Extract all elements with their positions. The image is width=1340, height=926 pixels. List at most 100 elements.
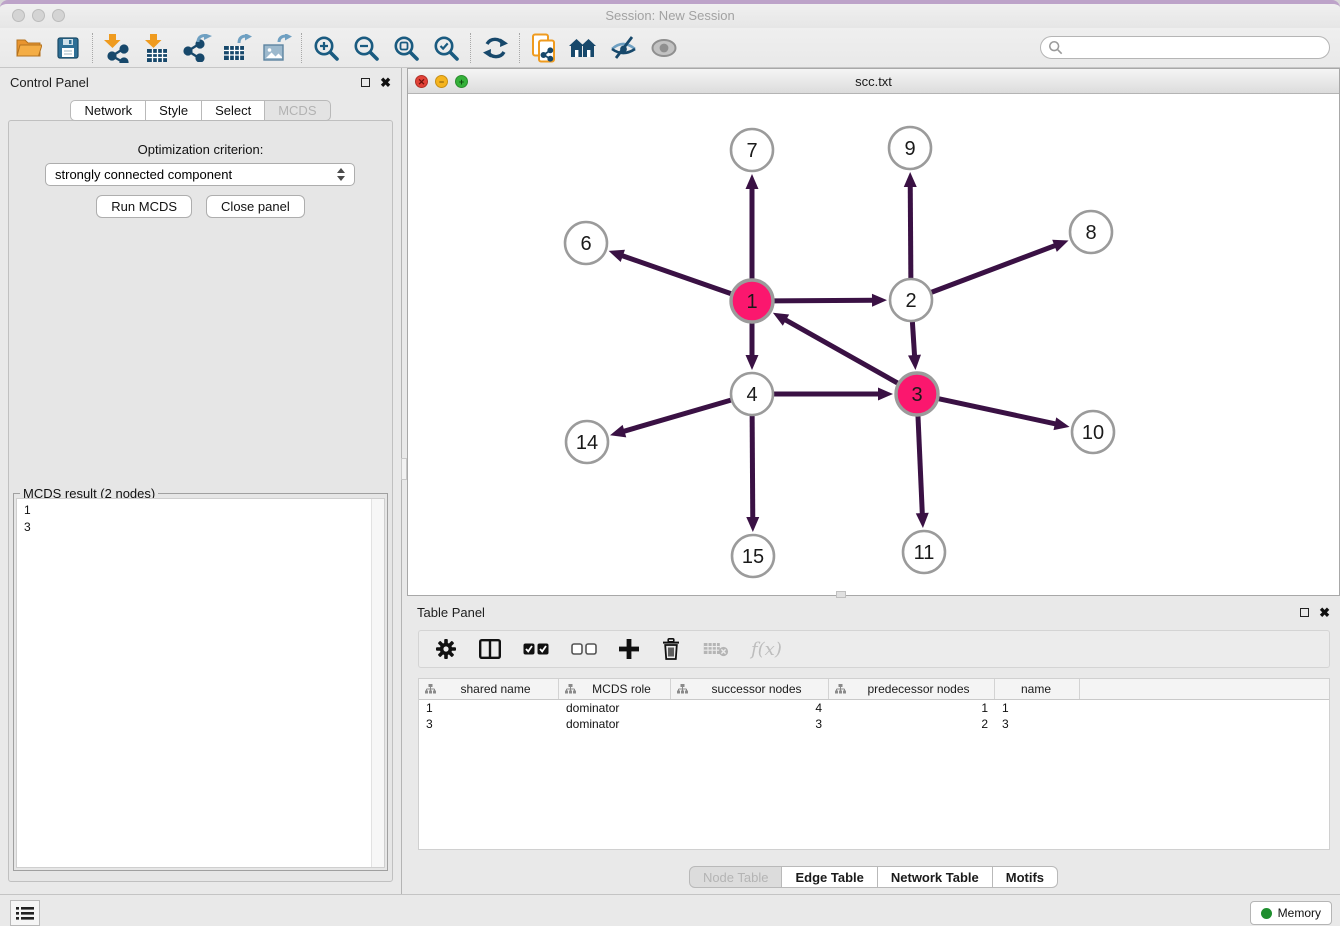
mcds-result-text[interactable]: 13: [16, 498, 385, 868]
edge-1-2[interactable]: [774, 300, 874, 301]
task-history-button[interactable]: [10, 900, 40, 926]
network-view-titlebar: ✕ − + scc.txt: [408, 69, 1339, 94]
table-cell[interactable]: 2: [829, 716, 995, 732]
tab-network[interactable]: Network: [70, 100, 146, 121]
select-stepper-icon: [337, 168, 345, 181]
first-neighbors-icon[interactable]: [564, 31, 604, 65]
edge-arrowhead: [916, 513, 929, 528]
edge-arrowhead: [878, 388, 893, 401]
zoom-in-icon[interactable]: [306, 31, 346, 65]
edge-2-8[interactable]: [932, 245, 1057, 292]
network-close-button[interactable]: ✕: [415, 75, 428, 88]
control-panel-title: Control Panel: [10, 75, 89, 90]
network-maximize-button[interactable]: +: [455, 75, 468, 88]
control-panel-tabs: NetworkStyleSelectMCDS: [0, 100, 401, 121]
node-table[interactable]: shared nameMCDS rolesuccessor nodesprede…: [418, 678, 1330, 850]
save-session-icon[interactable]: [48, 31, 88, 65]
edge-arrowhead: [872, 294, 887, 307]
edge-4-14[interactable]: [623, 400, 731, 432]
table-cell[interactable]: 3: [995, 716, 1080, 732]
table-panel-title: Table Panel: [417, 605, 485, 620]
mcds-panel: Optimization criterion: strongly connect…: [8, 120, 393, 882]
tab-style[interactable]: Style: [146, 100, 202, 121]
delete-column-icon[interactable]: [661, 638, 681, 660]
zoom-fit-icon[interactable]: [386, 31, 426, 65]
table-cell[interactable]: 1: [419, 700, 559, 716]
split-pane-icon[interactable]: [479, 639, 501, 659]
graph-node-label: 14: [576, 432, 598, 454]
close-panel-icon[interactable]: ✖: [380, 76, 391, 89]
show-all-icon[interactable]: [644, 31, 684, 65]
open-session-icon[interactable]: [8, 31, 48, 65]
edge-2-3[interactable]: [912, 322, 914, 357]
table-row[interactable]: 1dominator411: [419, 700, 1329, 716]
graph-node-label: 6: [580, 233, 591, 255]
memory-button[interactable]: Memory: [1250, 901, 1332, 925]
toolbar-separator: [301, 33, 302, 63]
clone-network-icon[interactable]: [524, 31, 564, 65]
column-header-MCDS-role[interactable]: MCDS role: [559, 679, 671, 699]
criterion-value: strongly connected component: [55, 167, 232, 182]
column-header-successor-nodes[interactable]: successor nodes: [671, 679, 829, 699]
column-header-predecessor-nodes[interactable]: predecessor nodes: [829, 679, 995, 699]
graph-node-label: 4: [746, 384, 757, 406]
close-panel-button[interactable]: Close panel: [206, 195, 305, 218]
edge-1-6[interactable]: [621, 255, 731, 294]
table-row[interactable]: 3dominator323: [419, 716, 1329, 732]
table-cell[interactable]: 4: [671, 700, 829, 716]
column-header-shared-name[interactable]: shared name: [419, 679, 559, 699]
close-table-panel-icon[interactable]: ✖: [1319, 606, 1330, 619]
search-icon: [1048, 40, 1063, 55]
network-minimize-button[interactable]: −: [435, 75, 448, 88]
edge-arrowhead: [610, 425, 626, 437]
tab-edge-table[interactable]: Edge Table: [782, 866, 877, 888]
criterion-select[interactable]: strongly connected component: [45, 163, 355, 186]
horizontal-splitter-handle[interactable]: [836, 591, 846, 598]
add-column-icon[interactable]: [619, 639, 639, 659]
column-header-name[interactable]: name: [995, 679, 1080, 699]
attribute-type-icon: [835, 684, 846, 694]
zoom-out-icon[interactable]: [346, 31, 386, 65]
import-table-icon[interactable]: [137, 31, 177, 65]
tab-node-table[interactable]: Node Table: [689, 866, 783, 888]
table-cell[interactable]: dominator: [559, 716, 671, 732]
hide-selected-icon[interactable]: [604, 31, 644, 65]
table-cell[interactable]: 1: [829, 700, 995, 716]
run-mcds-button[interactable]: Run MCDS: [96, 195, 192, 218]
edge-3-10[interactable]: [939, 399, 1057, 425]
table-cell[interactable]: 3: [419, 716, 559, 732]
float-table-panel-icon[interactable]: [1300, 608, 1309, 617]
import-network-icon[interactable]: [97, 31, 137, 65]
export-image-icon[interactable]: [257, 31, 297, 65]
zoom-selected-icon[interactable]: [426, 31, 466, 65]
edge-3-11[interactable]: [918, 416, 922, 515]
tab-network-table[interactable]: Network Table: [878, 866, 993, 888]
tab-motifs[interactable]: Motifs: [993, 866, 1058, 888]
tab-mcds[interactable]: MCDS: [265, 100, 330, 121]
edge-4-15[interactable]: [752, 416, 753, 519]
edge-3-1[interactable]: [784, 319, 898, 383]
export-network-icon[interactable]: [177, 31, 217, 65]
network-canvas[interactable]: 1234678910111415: [408, 94, 1339, 595]
table-cell[interactable]: 1: [995, 700, 1080, 716]
check-all-columns-icon[interactable]: [523, 643, 549, 655]
search-input[interactable]: [1068, 39, 1329, 57]
graph-node-label: 1: [746, 291, 757, 313]
edge-2-9[interactable]: [910, 185, 911, 278]
table-cell[interactable]: 3: [671, 716, 829, 732]
graph-node-label: 2: [905, 290, 916, 312]
network-view-title: scc.txt: [408, 74, 1339, 89]
network-graph: 1234678910111415: [408, 94, 1339, 595]
graph-node-label: 7: [746, 140, 757, 162]
gear-icon[interactable]: [435, 638, 457, 660]
float-panel-icon[interactable]: [361, 78, 370, 87]
result-scrollbar[interactable]: [371, 499, 384, 867]
export-table-icon[interactable]: [217, 31, 257, 65]
search-field[interactable]: [1040, 36, 1330, 59]
table-cell[interactable]: dominator: [559, 700, 671, 716]
uncheck-all-columns-icon[interactable]: [571, 643, 597, 655]
apply-layout-icon[interactable]: [475, 31, 515, 65]
toolbar-separator: [470, 33, 471, 63]
tab-select[interactable]: Select: [202, 100, 265, 121]
window-title: Session: New Session: [0, 8, 1340, 23]
